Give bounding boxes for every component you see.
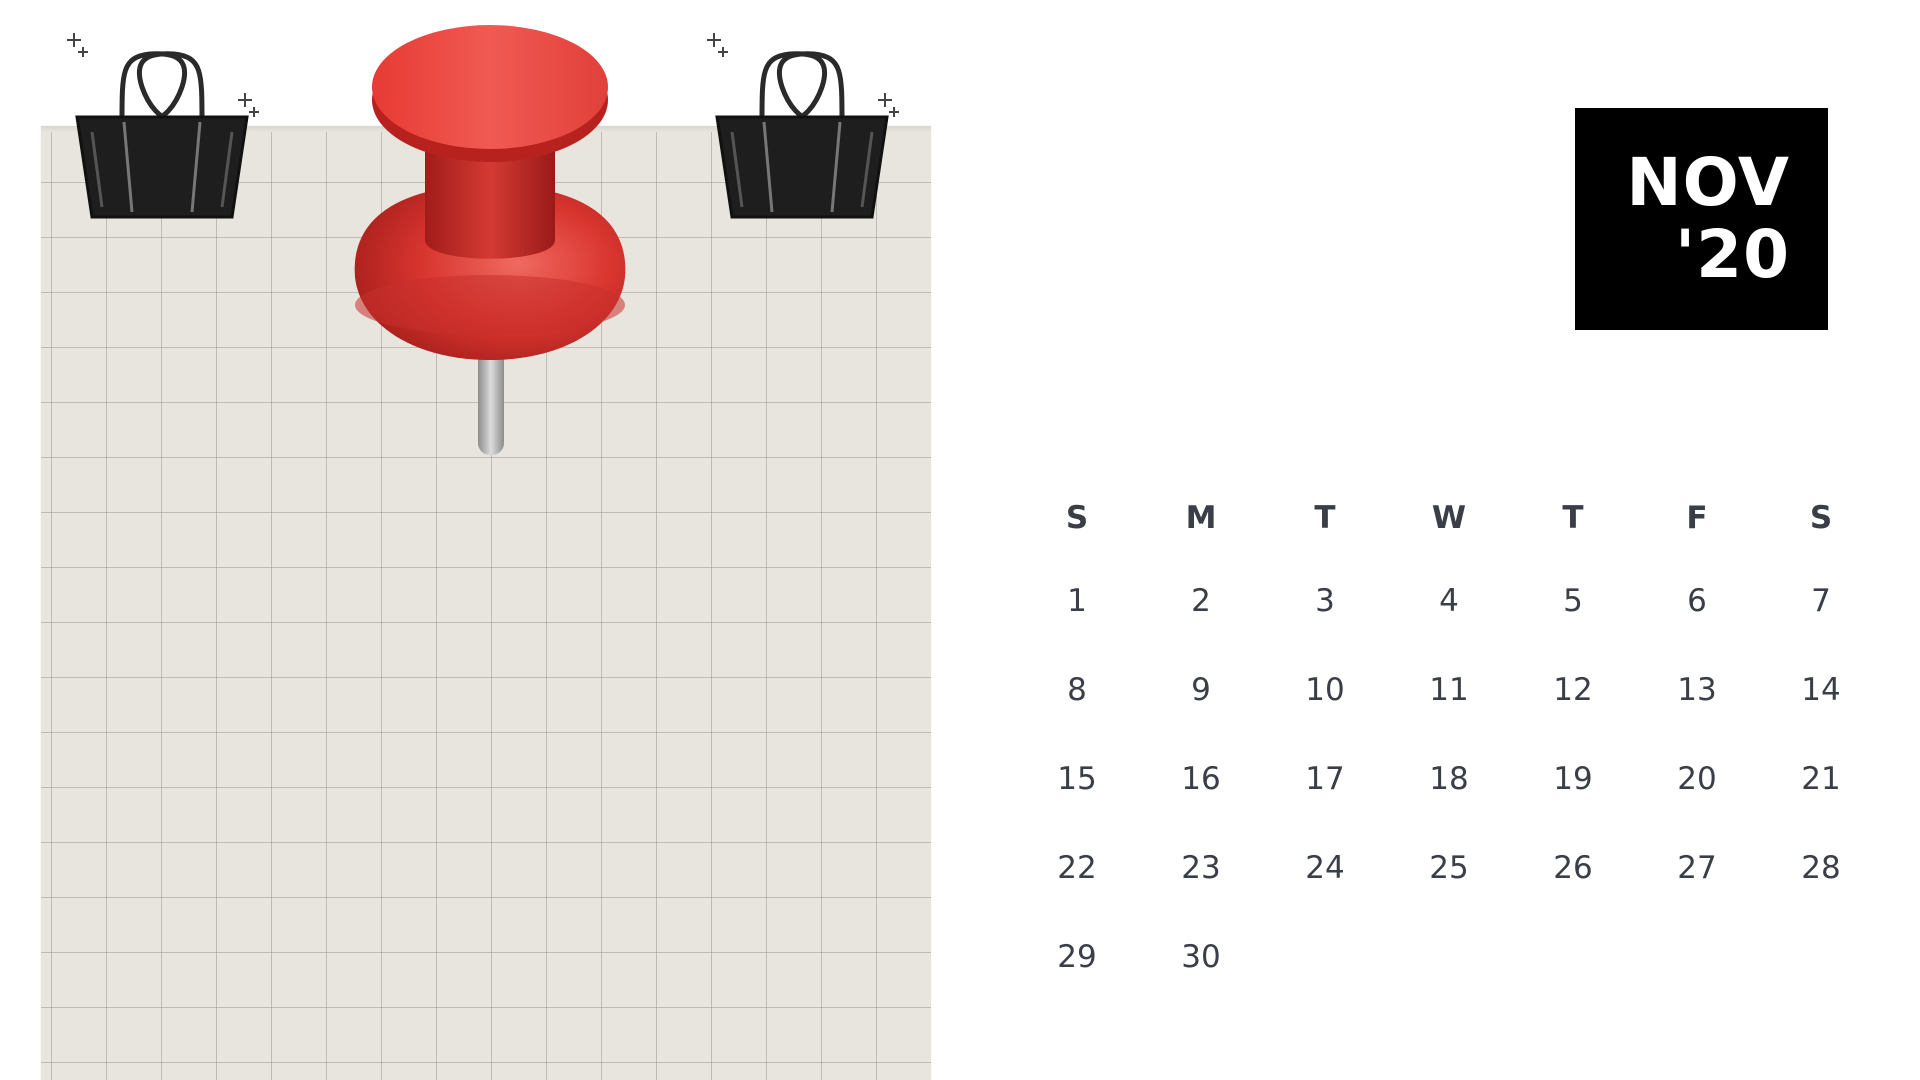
weekday-friday: F [1686,500,1708,536]
weekday-tuesday: T [1314,500,1336,536]
week-row: 1 2 3 4 5 6 7 [1015,556,1885,645]
binder-clip-icon [67,33,259,219]
day-cell: 6 [1687,582,1707,619]
day-cell: 17 [1305,760,1345,797]
week-row: 8 9 10 11 12 13 14 [1015,645,1885,734]
day-cell: 23 [1181,849,1221,886]
week-row: 29 30 [1015,912,1885,1001]
day-cell: 19 [1553,760,1593,797]
week-row: 15 16 17 18 19 20 21 [1015,734,1885,823]
day-cell: 20 [1677,760,1717,797]
weekday-header: S M T W T F S [1015,480,1885,556]
day-cell: 12 [1553,671,1593,708]
day-cell: 4 [1439,582,1459,619]
month-label: NOV [1626,144,1790,221]
day-cell: 25 [1429,849,1469,886]
month-badge: NOV '20 [1575,108,1828,330]
day-cell: 5 [1563,582,1583,619]
day-cell: 26 [1553,849,1593,886]
weekday-wednesday: W [1431,500,1467,536]
day-cell: 3 [1315,582,1335,619]
day-cell: 9 [1191,671,1211,708]
day-cell: 27 [1677,849,1717,886]
day-cell: 10 [1305,671,1345,708]
day-cell: 15 [1057,760,1097,797]
day-cell: 2 [1191,582,1211,619]
year-label: '20 [1674,216,1790,293]
weekday-thursday: T [1562,500,1584,536]
weekday-monday: M [1185,500,1217,536]
week-row: 22 23 24 25 26 27 28 [1015,823,1885,912]
day-cell: 28 [1801,849,1841,886]
day-cell: 1 [1067,582,1087,619]
day-cell: 21 [1801,760,1841,797]
day-cell: 13 [1677,671,1717,708]
day-cell: 18 [1429,760,1469,797]
weekday-saturday: S [1809,500,1833,536]
weekday-sunday: S [1065,500,1089,536]
day-cell: 8 [1067,671,1087,708]
calendar-page: NOV '20 S M T W T F S 1 2 3 4 5 6 7 8 9 … [0,0,1920,1080]
day-cell: 24 [1305,849,1345,886]
day-cell: 29 [1057,938,1097,975]
push-pin-icon [354,25,626,455]
day-cell: 16 [1181,760,1221,797]
day-cell: 7 [1811,582,1831,619]
day-cell: 30 [1181,938,1221,975]
day-cell: 22 [1057,849,1097,886]
binder-clip-icon [707,33,899,219]
day-cell: 14 [1801,671,1841,708]
calendar-grid: S M T W T F S 1 2 3 4 5 6 7 8 9 10 11 12… [1015,480,1885,1001]
day-cell: 11 [1429,671,1469,708]
